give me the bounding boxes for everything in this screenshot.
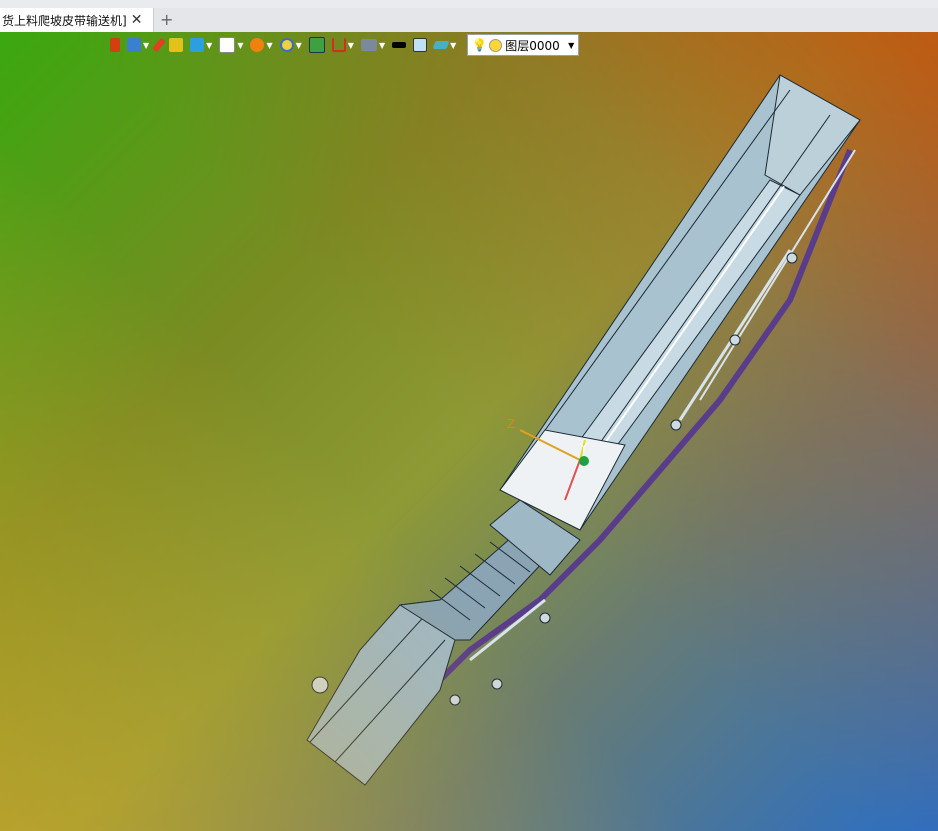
lightbulb-icon: 💡 <box>472 38 488 52</box>
chevron-down-icon: ▼ <box>295 40 302 50</box>
chevron-down-icon: ▼ <box>237 40 244 50</box>
conveyor-lower-section <box>306 499 581 786</box>
toolbar-button[interactable]: ▼ <box>278 35 304 55</box>
chevron-down-icon: ▼ <box>568 40 575 50</box>
document-tab-bar: 货上料爬坡皮带输送机] ✕ + <box>0 8 938 33</box>
solid-icon <box>169 38 184 52</box>
toolbar-button[interactable]: ▼ <box>248 35 274 55</box>
z-axis-label: Z <box>507 417 515 431</box>
chevron-down-icon: ▼ <box>206 40 213 50</box>
color-light-icon <box>413 38 428 52</box>
import-icon <box>110 38 120 52</box>
color-black-icon <box>392 42 407 48</box>
new-tab-button[interactable]: + <box>160 10 173 29</box>
zoom-icon <box>279 38 294 52</box>
toolbar-button[interactable]: ▼ <box>432 35 458 55</box>
y-axis-label: Y <box>579 441 588 455</box>
chevron-down-icon: ▼ <box>266 40 273 50</box>
toolbar-button[interactable] <box>108 35 122 55</box>
toolbar-button[interactable] <box>411 35 429 55</box>
3d-viewport[interactable]: ▼ ▼ ▼ ▼ ▼ ▼ ▼ ▼ 💡 图层0000 ▼ Z Y <box>0 32 938 831</box>
frame-icon <box>308 37 325 53</box>
layer-color-icon <box>489 38 503 52</box>
conveyor-support-frame <box>311 148 856 763</box>
toolbar-button[interactable] <box>152 35 166 55</box>
cleat-belt <box>429 529 546 621</box>
section-icon <box>250 38 265 52</box>
chevron-down-icon: ▼ <box>143 40 150 50</box>
cube-icon <box>190 38 205 52</box>
close-tab-icon[interactable]: ✕ <box>131 12 143 28</box>
toolbar-button[interactable] <box>390 35 408 55</box>
toolbar-button[interactable] <box>167 35 185 55</box>
toolbar-button[interactable]: ▼ <box>217 35 245 55</box>
conveyor-model[interactable]: Z Y <box>0 32 938 831</box>
coordinate-triad: Z Y <box>507 417 589 501</box>
toolbar-button[interactable]: ▼ <box>330 35 356 55</box>
chevron-down-icon: ▼ <box>347 40 354 50</box>
view-cube-icon <box>219 37 236 53</box>
conveyor-upper-trough <box>499 74 861 531</box>
pen-icon <box>152 37 166 53</box>
document-tab[interactable]: 货上料爬坡皮带输送机] ✕ <box>0 8 154 32</box>
layer-stack-icon <box>432 41 450 49</box>
dimension-icon <box>331 38 346 52</box>
toolbar-button[interactable]: ▼ <box>125 35 151 55</box>
document-tab-label: 货上料爬坡皮带输送机] <box>2 13 127 28</box>
toolbar-button[interactable] <box>307 35 327 55</box>
layer-select[interactable]: 💡 图层0000 ▼ <box>467 34 580 56</box>
render-mode-icon <box>127 38 141 52</box>
chevron-down-icon: ▼ <box>378 40 386 50</box>
toolbar-button[interactable]: ▼ <box>359 35 387 55</box>
chevron-down-icon: ▼ <box>450 40 457 50</box>
toolbar-button[interactable]: ▼ <box>188 35 214 55</box>
display-icon <box>360 39 377 51</box>
view-toolbar: ▼ ▼ ▼ ▼ ▼ ▼ ▼ ▼ 💡 图层0000 ▼ <box>108 34 580 56</box>
layer-select-value: 图层0000 <box>505 38 560 53</box>
